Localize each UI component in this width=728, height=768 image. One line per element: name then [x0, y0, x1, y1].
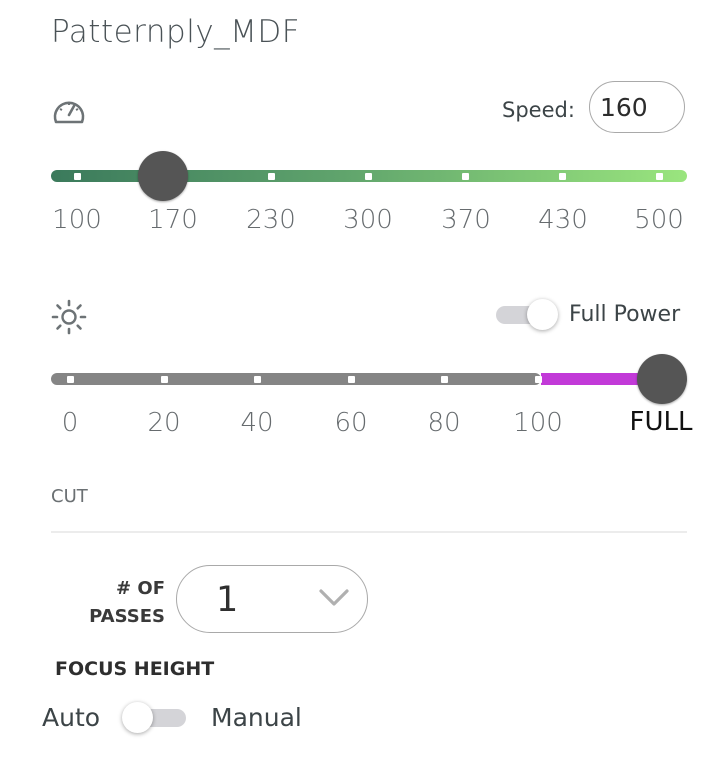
- power-tick-label: 20: [147, 408, 181, 438]
- focus-manual-label[interactable]: Manual: [211, 703, 302, 732]
- speed-tick: [656, 173, 663, 180]
- power-tick: [161, 376, 168, 383]
- speed-input[interactable]: [589, 81, 685, 133]
- power-tick: [441, 376, 448, 383]
- power-tick: [535, 376, 542, 383]
- power-tick: [67, 376, 74, 383]
- chevron-down-icon[interactable]: [318, 587, 350, 609]
- power-slider-track[interactable]: [51, 373, 541, 385]
- power-tick-label: 60: [334, 408, 368, 438]
- speed-tick-label: 100: [52, 205, 102, 235]
- speed-tick-label: 500: [634, 205, 684, 235]
- speed-tick-label: 170: [148, 205, 198, 235]
- section-label-cut: CUT: [51, 486, 88, 507]
- brightness-icon: [51, 299, 87, 335]
- power-tick-label: 100: [513, 408, 563, 438]
- speed-tick-label: 230: [246, 205, 296, 235]
- focus-auto-label[interactable]: Auto: [42, 703, 100, 732]
- power-tick: [254, 376, 261, 383]
- section-divider: [51, 531, 687, 533]
- speedometer-icon: [53, 101, 85, 124]
- full-power-label: Full Power: [569, 302, 681, 327]
- speed-tick-label: 370: [441, 205, 491, 235]
- speed-tick: [268, 173, 275, 180]
- power-slider-handle[interactable]: [637, 354, 687, 404]
- passes-label-line1: # OF: [116, 578, 165, 599]
- power-tick-label: 0: [61, 408, 79, 438]
- power-tick: [348, 376, 355, 383]
- passes-value: 1: [216, 580, 239, 620]
- speed-slider-handle[interactable]: [138, 151, 188, 201]
- focus-height-label: FOCUS HEIGHT: [55, 658, 215, 680]
- passes-label-line2: PASSES: [89, 606, 165, 627]
- speed-tick: [365, 173, 372, 180]
- speed-tick-label: 300: [343, 205, 393, 235]
- speed-tick: [74, 173, 81, 180]
- speed-tick: [462, 173, 469, 180]
- full-power-toggle-knob[interactable]: [527, 299, 558, 330]
- speed-label: Speed:: [502, 98, 575, 122]
- power-tick-label: 80: [427, 408, 461, 438]
- speed-tick: [559, 173, 566, 180]
- power-tick-label: 40: [240, 408, 274, 438]
- focus-mode-toggle-knob[interactable]: [122, 702, 153, 733]
- speed-tick-label: 430: [538, 205, 588, 235]
- power-full-label: FULL: [629, 407, 693, 437]
- passes-label: # OF PASSES: [60, 575, 165, 631]
- profile-title: Patternply_MDF: [51, 14, 301, 50]
